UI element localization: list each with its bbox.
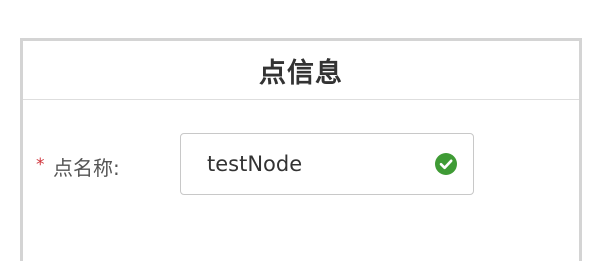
node-name-input[interactable]	[207, 134, 427, 194]
panel-header: 点信息	[23, 41, 579, 100]
node-info-panel: 点信息 * 点名称:	[20, 38, 582, 261]
check-circle-icon	[435, 153, 457, 175]
panel-title: 点信息	[259, 57, 343, 89]
node-name-input-wrapper[interactable]	[180, 133, 474, 195]
required-mark: *	[36, 155, 45, 175]
node-name-form-item: * 点名称:	[23, 133, 579, 197]
node-name-label: 点名称:	[53, 156, 120, 180]
